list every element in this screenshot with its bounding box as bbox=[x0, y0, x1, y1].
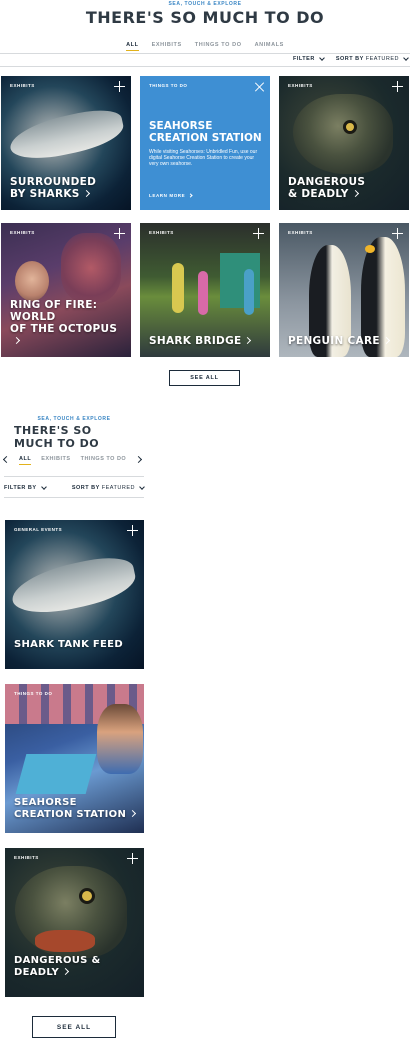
card-category: THINGS TO DO bbox=[14, 691, 53, 696]
card-title: SHARK BRIDGE bbox=[149, 335, 262, 347]
touch-screen bbox=[15, 754, 97, 794]
filter-tabs: ALL EXHIBITS THINGS TO DO bbox=[2, 455, 146, 465]
plus-icon[interactable] bbox=[127, 853, 138, 864]
card-category: EXHIBITS bbox=[288, 83, 313, 88]
plus-icon[interactable] bbox=[114, 81, 125, 92]
tab-all[interactable]: ALL bbox=[19, 456, 32, 465]
fish-eye bbox=[343, 120, 357, 134]
sort-label: SORT BY bbox=[71, 485, 100, 491]
card-title: DANGEROUS & DEADLY bbox=[288, 176, 366, 200]
shark-shape bbox=[6, 104, 127, 166]
tab-things-to-do[interactable]: THINGS TO DO bbox=[81, 456, 127, 462]
chevron-right-icon bbox=[244, 336, 252, 345]
eyebrow-text: SEA, TOUCH & EXPLORE bbox=[37, 416, 111, 422]
card-title: SURROUNDED BY SHARKS bbox=[10, 176, 97, 200]
divider bbox=[4, 497, 144, 498]
page-title: THERE'S SO MUCH TO DO bbox=[14, 424, 100, 450]
sort-label: SORT BY bbox=[335, 56, 364, 62]
filter-bar: FILTER BY SORT BY FEATURED bbox=[4, 484, 145, 491]
chevron-down-icon bbox=[139, 484, 145, 490]
child-figure bbox=[97, 704, 143, 774]
card-category: EXHIBITS bbox=[10, 230, 35, 235]
card-title: PENGUIN CARE bbox=[288, 335, 401, 347]
card-dangerous-and-deadly[interactable]: EXHIBITS DANGEROUS & DEADLY bbox=[279, 76, 409, 210]
filter-bar: FILTER SORT BY FEATURED bbox=[292, 55, 409, 62]
card-seahorse-creation-station-expanded[interactable]: THINGS TO DO SEAHORSE CREATION STATION Wh… bbox=[140, 76, 270, 210]
chevron-down-icon bbox=[403, 55, 409, 61]
divider bbox=[0, 66, 410, 67]
wall-panel bbox=[220, 253, 260, 308]
card-shark-bridge[interactable]: EXHIBITS SHARK BRIDGE bbox=[140, 223, 270, 357]
card-title: SEAHORSE CREATION STATION bbox=[149, 120, 262, 144]
card-ring-of-fire[interactable]: EXHIBITS RING OF FIRE: WORLD OF THE OCTOP… bbox=[1, 223, 131, 357]
plus-icon[interactable] bbox=[392, 81, 403, 92]
plus-icon[interactable] bbox=[253, 228, 264, 239]
person-figure bbox=[198, 271, 208, 315]
see-all-button[interactable]: SEE ALL bbox=[32, 1016, 116, 1038]
card-title: SEAHORSE CREATION STATION bbox=[14, 797, 137, 821]
filter-dropdown[interactable]: FILTER bbox=[292, 55, 325, 62]
filter-tabs: ALL EXHIBITS THINGS TO DO ANIMALS bbox=[0, 42, 410, 51]
person-figure bbox=[172, 263, 184, 313]
plus-icon[interactable] bbox=[127, 525, 138, 536]
chevron-right-icon bbox=[382, 336, 390, 345]
chevron-down-icon bbox=[318, 55, 325, 61]
tab-exhibits[interactable]: EXHIBITS bbox=[41, 456, 70, 462]
tab-things-to-do[interactable]: THINGS TO DO bbox=[195, 42, 242, 48]
card-category: EXHIBITS bbox=[14, 855, 39, 860]
sort-dropdown[interactable]: SORT BY FEATURED bbox=[335, 55, 409, 62]
tab-animals[interactable]: ANIMALS bbox=[255, 42, 284, 48]
page-title: THERE'S SO MUCH TO DO bbox=[85, 8, 325, 27]
chevron-right-icon[interactable] bbox=[135, 455, 143, 463]
octopus-shape bbox=[61, 233, 121, 303]
fish-shape bbox=[293, 94, 393, 174]
card-penguin-care[interactable]: EXHIBITS PENGUIN CARE bbox=[279, 223, 409, 357]
filter-dropdown[interactable]: FILTER BY bbox=[4, 484, 47, 491]
card-title: RING OF FIRE: WORLD OF THE OCTOPUS bbox=[10, 299, 123, 347]
see-all-button[interactable]: SEE ALL bbox=[169, 370, 240, 386]
learn-more-link[interactable]: LEARN MORE bbox=[149, 193, 193, 198]
plus-icon[interactable] bbox=[114, 228, 125, 239]
filter-label: FILTER BY bbox=[4, 485, 37, 491]
card-category: THINGS TO DO bbox=[149, 83, 188, 88]
card-category: EXHIBITS bbox=[149, 230, 174, 235]
tab-all[interactable]: ALL bbox=[126, 42, 139, 51]
card-title: DANGEROUS & DEADLY bbox=[14, 955, 101, 978]
plus-icon[interactable] bbox=[392, 228, 403, 239]
eyebrow-text: SEA, TOUCH & EXPLORE bbox=[168, 1, 242, 7]
divider bbox=[0, 53, 410, 54]
card-seahorse-creation-station[interactable]: THINGS TO DO SEAHORSE CREATION STATION bbox=[5, 684, 144, 833]
divider bbox=[4, 476, 144, 477]
chevron-right-icon bbox=[351, 189, 359, 198]
fish-belly bbox=[35, 930, 95, 952]
chevron-right-icon bbox=[61, 967, 70, 976]
card-surrounded-by-sharks[interactable]: EXHIBITS SURROUNDED BY SHARKS bbox=[1, 76, 131, 210]
shark-shape bbox=[7, 551, 140, 621]
chevron-right-icon bbox=[82, 189, 90, 198]
chevron-right-icon bbox=[129, 809, 137, 818]
chevron-right-icon bbox=[12, 336, 21, 345]
card-category: EXHIBITS bbox=[10, 83, 35, 88]
person-figure bbox=[244, 269, 254, 315]
card-category: GENERAL EVENTS bbox=[14, 527, 63, 532]
chevron-down-icon bbox=[40, 484, 47, 490]
card-category: EXHIBITS bbox=[288, 230, 313, 235]
card-dangerous-and-deadly[interactable]: EXHIBITS DANGEROUS & DEADLY bbox=[5, 848, 144, 997]
penguin-patch bbox=[365, 245, 375, 253]
sort-value: FEATURED bbox=[365, 56, 399, 62]
child-face bbox=[15, 261, 49, 301]
card-description: While visiting Seahorses: Unbridled Fun,… bbox=[149, 149, 258, 167]
chevron-left-icon[interactable] bbox=[2, 455, 11, 463]
card-shark-tank-feed[interactable]: GENERAL EVENTS SHARK TANK FEED bbox=[5, 520, 144, 669]
filter-label: FILTER bbox=[292, 56, 315, 62]
card-title: SHARK TANK FEED bbox=[14, 639, 123, 650]
tab-exhibits[interactable]: EXHIBITS bbox=[152, 42, 182, 48]
close-icon[interactable] bbox=[254, 82, 264, 92]
fish-eye bbox=[79, 888, 95, 904]
sort-value: FEATURED bbox=[101, 485, 135, 491]
sort-dropdown[interactable]: SORT BY FEATURED bbox=[71, 484, 145, 491]
